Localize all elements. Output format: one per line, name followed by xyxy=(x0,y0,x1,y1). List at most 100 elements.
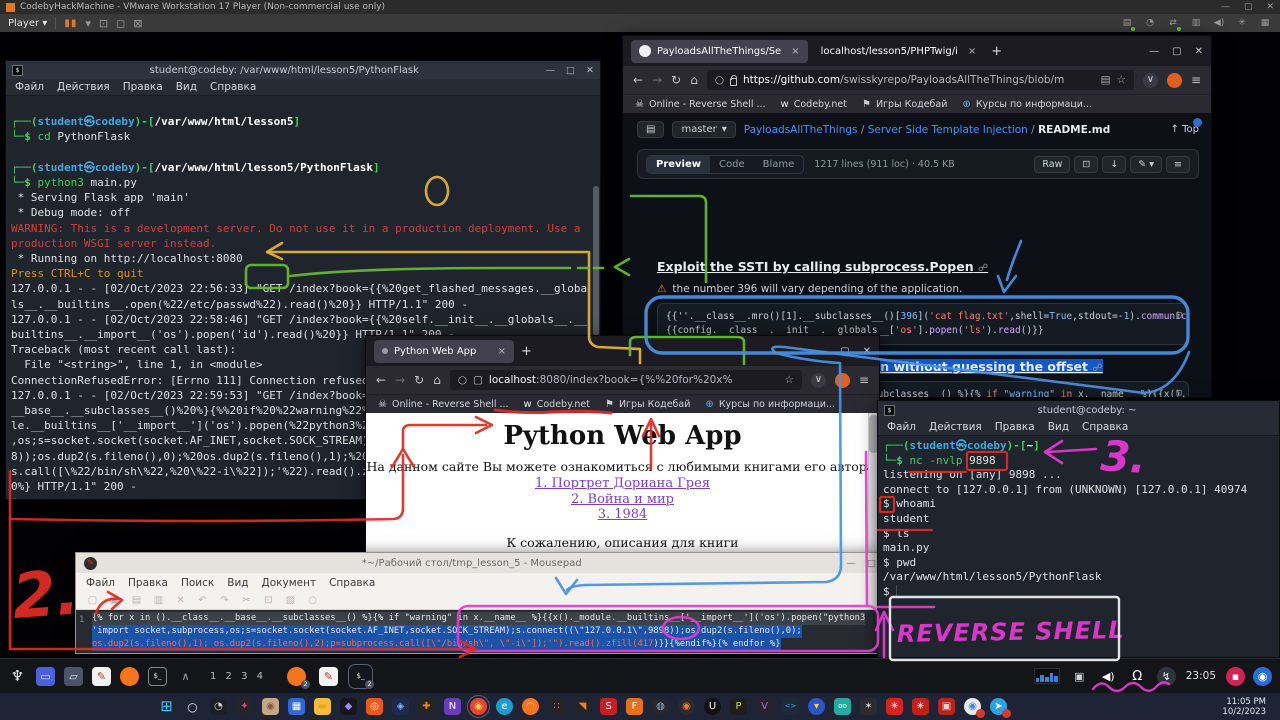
foxyproxy-icon[interactable] xyxy=(1167,73,1182,88)
minimize-button[interactable]: — xyxy=(1149,46,1159,57)
menu-item[interactable]: Правка xyxy=(123,81,163,93)
menu-item[interactable]: Справка xyxy=(210,81,256,93)
copy-raw-icon[interactable]: ⊡ xyxy=(1074,156,1098,173)
app-file-explorer[interactable]: ▬ xyxy=(314,698,331,715)
mousepad-icon[interactable]: ✎ xyxy=(92,667,111,686)
menu-item[interactable]: Файл xyxy=(15,81,44,93)
anchor-link-icon[interactable]: ☍ xyxy=(1092,363,1102,374)
host-clock[interactable]: 11:05 PM 10/2/2023 xyxy=(1222,697,1266,717)
vm-printer-icon[interactable]: ▥ xyxy=(1189,16,1203,30)
home-button[interactable]: ⌂ xyxy=(690,73,698,87)
new-tab-button[interactable]: + xyxy=(991,44,1002,59)
cut-icon[interactable]: ✂ xyxy=(240,594,253,607)
app-telegram[interactable]: ➤ xyxy=(990,698,1007,715)
bookmark-item[interactable]: wCodeby.net xyxy=(524,399,590,410)
vm-fullscreen-button[interactable]: ◻ xyxy=(116,17,125,30)
app-onenote[interactable]: N xyxy=(444,698,461,715)
menu-hamburger-icon[interactable]: ≡ xyxy=(1191,73,1201,87)
anchor-link-icon[interactable]: ☍ xyxy=(978,263,988,274)
back-button[interactable]: ← xyxy=(633,73,643,87)
close-button[interactable]: ✕ xyxy=(1195,46,1203,57)
search-icon[interactable]: ○ xyxy=(306,594,319,607)
mousepad-editor[interactable]: 1 {% for x in ().__class__.__base__.__su… xyxy=(76,610,884,653)
vm-pause-button[interactable]: ▮▮ xyxy=(64,18,77,29)
app-maps[interactable]: ▾ xyxy=(808,698,825,715)
maximize-button[interactable]: □ xyxy=(566,65,575,76)
vmware-minimize-button[interactable]: — xyxy=(1221,2,1230,12)
firefox-icon[interactable] xyxy=(120,667,139,686)
menu-item[interactable]: Действия xyxy=(929,421,982,433)
bookmark-star-icon[interactable]: ☆ xyxy=(785,374,794,386)
bookmark-item[interactable]: ⚑Игры Кодебай xyxy=(605,399,690,410)
bookmark-item[interactable]: wCodeby.net xyxy=(781,99,847,110)
app-gear-red-2[interactable]: ✳ xyxy=(912,698,929,715)
notifications-bell-icon[interactable]: Ω xyxy=(1128,667,1147,686)
vm-clock[interactable]: 23:05 xyxy=(1186,670,1216,682)
lock-screen-icon[interactable]: ▪ xyxy=(1226,667,1245,686)
undo-icon[interactable]: ↶ xyxy=(196,594,209,607)
menu-item[interactable]: Документ xyxy=(262,577,317,589)
shield-icon[interactable]: ○ xyxy=(458,374,467,386)
start-button[interactable]: ⊞ xyxy=(158,698,175,715)
app-mover[interactable]: ✚ xyxy=(418,698,435,715)
save-as-icon[interactable]: ▥ xyxy=(152,594,165,607)
copy-code-icon[interactable]: ⊡ xyxy=(1176,387,1182,397)
app-shield[interactable]: ◈ xyxy=(392,698,409,715)
vm-settings-icon[interactable]: ✳ xyxy=(1235,16,1249,30)
new-file-icon[interactable]: ▢ xyxy=(86,594,99,607)
menu-item[interactable]: Вид xyxy=(176,81,197,93)
search-button[interactable]: ○ xyxy=(184,698,201,715)
close-button[interactable]: ✕ xyxy=(863,346,871,357)
app-teal[interactable]: oo xyxy=(834,698,851,715)
bookmark-item[interactable]: ⊕Курсы по информаци... xyxy=(705,399,835,410)
forward-button[interactable]: → xyxy=(395,373,405,387)
tab-close-icon[interactable]: × xyxy=(498,346,506,357)
close-button[interactable]: ✕ xyxy=(586,65,594,76)
forward-button[interactable]: → xyxy=(652,73,662,87)
window-list-icon[interactable]: ▣ xyxy=(1070,667,1089,686)
app-colored[interactable]: ∷ xyxy=(548,698,565,715)
terminal-titlebar[interactable]: $ student@codeby: ~ xyxy=(878,401,1279,419)
menu-item[interactable]: Действия xyxy=(57,81,110,93)
terminal-icon[interactable]: $_ xyxy=(148,667,167,686)
ssti-subprocess-heading[interactable]: Exploit the SSTI by calling subprocess.P… xyxy=(657,259,988,274)
pocket-icon[interactable]: ∨ xyxy=(1143,73,1158,88)
terminal-scrollbar[interactable] xyxy=(593,186,599,336)
vmware-maximize-button[interactable]: ▢ xyxy=(1244,2,1253,12)
vmware-titlebar[interactable]: CodebyHackMachine - VMware Workstation 1… xyxy=(0,0,1280,14)
bookmark-item[interactable]: ⚑Игры Кодебай xyxy=(862,99,947,110)
app-unreal[interactable]: U xyxy=(704,698,721,715)
app-edge[interactable]: e xyxy=(496,698,513,715)
reload-button[interactable]: ↻ xyxy=(414,373,424,387)
download-icon[interactable]: ↓ xyxy=(1102,156,1126,173)
kali-menu-icon[interactable]: ♆ xyxy=(8,667,27,686)
app-chrome[interactable]: ◉ xyxy=(470,698,487,715)
lock-icon[interactable] xyxy=(730,78,737,86)
cpu-graph[interactable] xyxy=(1034,668,1060,684)
vmware-close-button[interactable]: ✕ xyxy=(1266,2,1274,12)
raw-button[interactable]: Raw xyxy=(1034,156,1070,173)
menu-item[interactable]: Правка xyxy=(995,421,1035,433)
app-slack[interactable]: ✦ xyxy=(236,698,253,715)
tab-code[interactable]: Code xyxy=(710,156,754,173)
tab-close-icon[interactable]: × xyxy=(791,46,799,57)
tab-blame[interactable]: Blame xyxy=(754,156,804,173)
foxyproxy-icon[interactable] xyxy=(835,373,850,388)
session-icon[interactable]: ◉ xyxy=(1253,667,1272,686)
tab-python-web-app[interactable]: Python Web App× xyxy=(374,340,514,363)
minimize-button[interactable]: — xyxy=(817,346,827,357)
app-orange[interactable]: ◎ xyxy=(366,698,383,715)
open-file-icon[interactable]: ▣ xyxy=(108,594,121,607)
taskbar-firefox-window[interactable]: 2 xyxy=(287,667,306,686)
bookmark-item[interactable]: ☠Online - Reverse Shell ... xyxy=(635,99,766,110)
vm-pause-caret[interactable]: ▾ xyxy=(85,17,91,30)
bookmark-item[interactable]: ⊕Курсы по информаци... xyxy=(962,99,1092,110)
app-blender[interactable]: ◉ xyxy=(678,698,695,715)
vm-unity-button[interactable]: ⊠ xyxy=(133,17,142,30)
mousepad-titlebar[interactable]: ✎ *~/Рабочий стол/tmp_lesson_5 - Mousepa… xyxy=(76,553,884,573)
menu-item[interactable]: Вид xyxy=(227,577,248,589)
folder-icon[interactable]: ▱ xyxy=(64,667,83,686)
tab-payloadsallthethings[interactable]: PayloadsAllTheThings/Se× xyxy=(631,40,808,63)
menu-item[interactable]: Справка xyxy=(329,577,375,589)
home-button[interactable]: ⌂ xyxy=(433,373,441,387)
